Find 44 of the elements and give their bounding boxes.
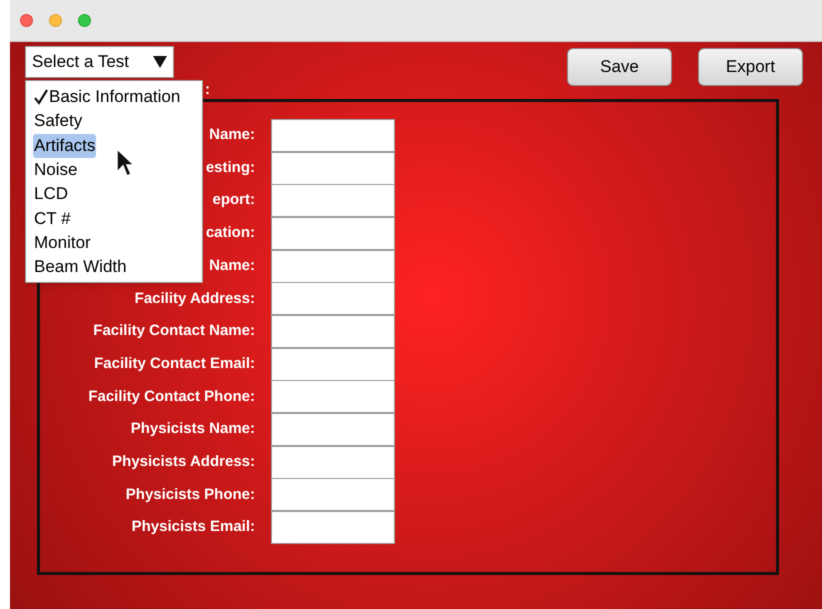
input-field[interactable] xyxy=(271,216,395,250)
field-label: Physicists Phone: xyxy=(126,484,255,505)
field-label: esting: xyxy=(206,158,255,178)
test-dropdown[interactable]: Select a Test xyxy=(25,46,174,78)
menu-item[interactable]: Safety xyxy=(33,109,84,134)
menu-item[interactable]: Monitor xyxy=(33,230,92,256)
field-label: Name: xyxy=(209,125,255,146)
input-field[interactable] xyxy=(271,348,395,381)
field-label: Facility Contact Name: xyxy=(93,321,255,342)
menu-item[interactable]: Basic Information xyxy=(33,85,182,110)
field-label: Facility Contact Email: xyxy=(94,354,255,374)
input-field[interactable] xyxy=(271,184,395,218)
field-label: Facility Contact Phone: xyxy=(88,386,255,407)
section-label: : xyxy=(205,80,210,99)
menu-item[interactable]: LCD xyxy=(33,182,70,206)
menu-item[interactable]: Beam Width xyxy=(33,255,128,280)
input-field[interactable] xyxy=(271,152,395,185)
action-button[interactable]: Export xyxy=(698,48,803,86)
field-label: Physicists Email: xyxy=(132,517,255,538)
menu-item[interactable]: CT # xyxy=(33,206,72,231)
caret-icon xyxy=(153,56,167,68)
zoom-button[interactable] xyxy=(78,14,91,27)
input-field[interactable] xyxy=(271,478,395,512)
action-button[interactable]: Save xyxy=(567,48,672,86)
field-label: Facility Address: xyxy=(134,288,255,309)
menu-item[interactable]: Noise xyxy=(33,158,78,182)
menu-item[interactable]: Artifacts xyxy=(33,134,96,158)
input-field[interactable] xyxy=(271,314,395,348)
close-button[interactable] xyxy=(20,14,33,27)
input-field[interactable] xyxy=(271,380,395,414)
field-label: eport: xyxy=(212,190,255,210)
minimize-button[interactable] xyxy=(49,14,62,27)
cursor-icon xyxy=(116,148,134,178)
input-field[interactable] xyxy=(271,413,395,446)
checkmark-icon xyxy=(34,89,48,106)
input-field[interactable] xyxy=(271,446,395,479)
input-field[interactable] xyxy=(271,250,395,283)
input-field[interactable] xyxy=(271,511,395,544)
input-field[interactable] xyxy=(271,118,395,152)
input-field[interactable] xyxy=(271,282,395,316)
field-label: cation: xyxy=(206,223,255,244)
field-label: Name: xyxy=(209,256,255,276)
field-label: Physicists Name: xyxy=(130,419,255,440)
field-label: Physicists Address: xyxy=(112,452,255,472)
